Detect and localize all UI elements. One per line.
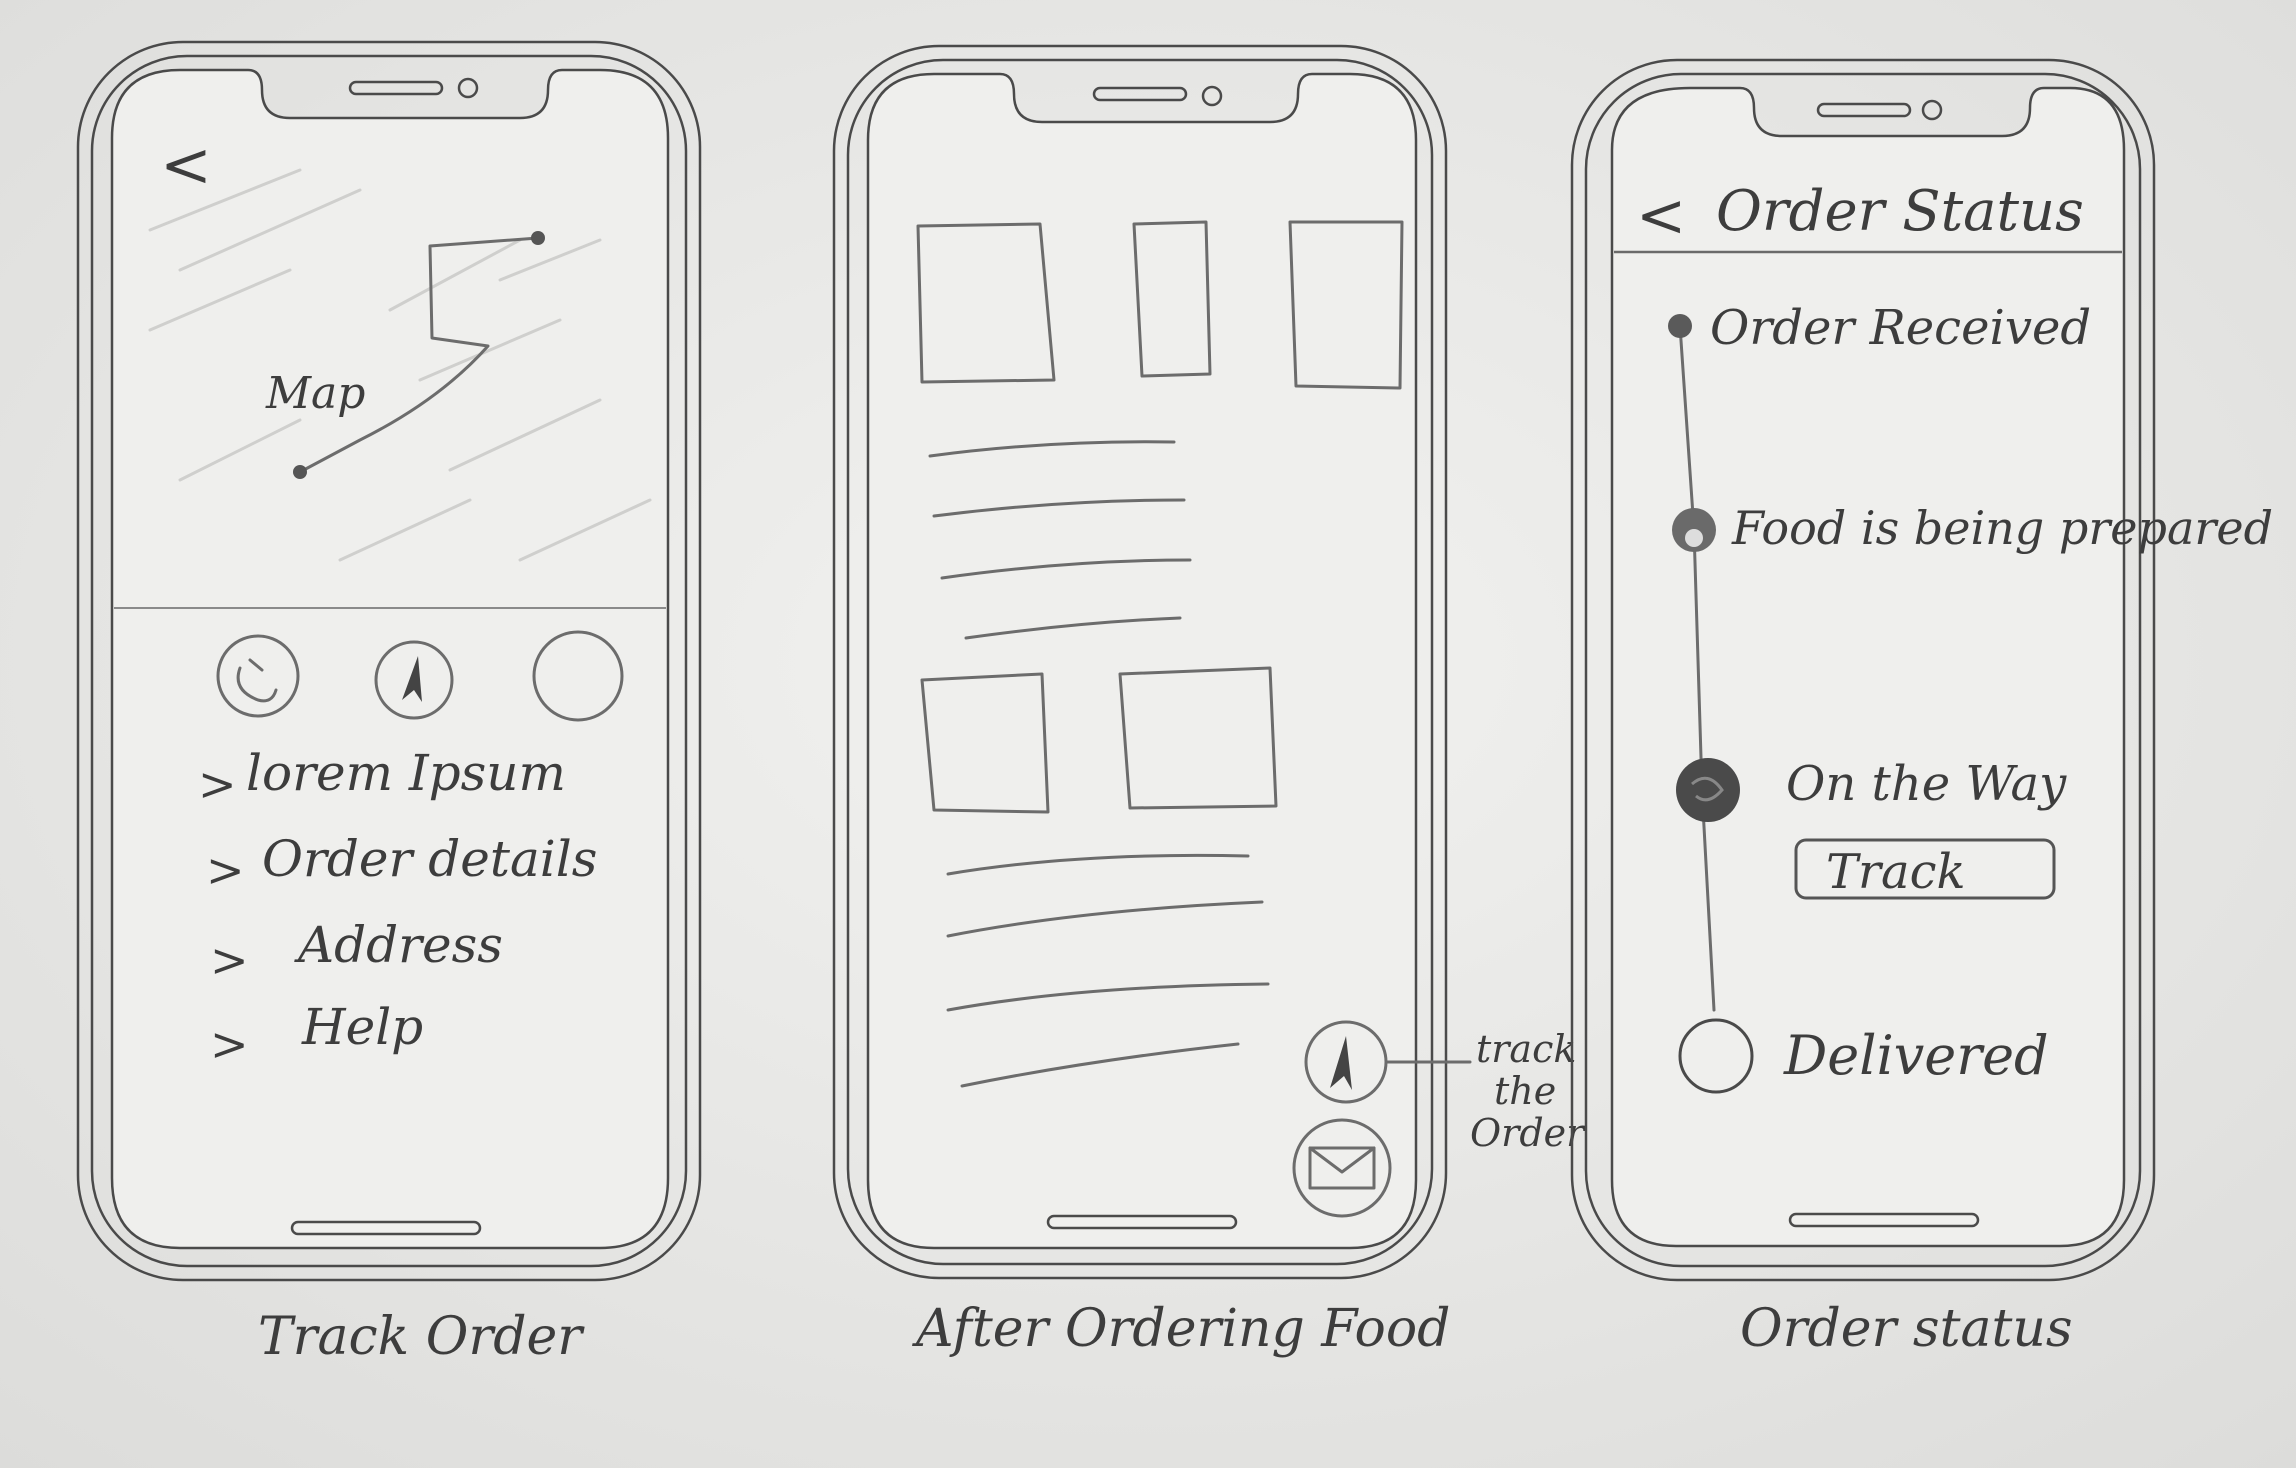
timeline-step-preparing: Food is being prepared bbox=[1672, 501, 2273, 555]
timeline-step-received: Order Received bbox=[1668, 300, 2091, 356]
phone-track-order: < Map > lorem Ipsum > Order details > Ad… bbox=[76, 40, 702, 1282]
menu-label: Help bbox=[301, 998, 423, 1056]
menu-label: Address bbox=[294, 916, 503, 974]
destination-dot bbox=[531, 231, 545, 245]
svg-text:>: > bbox=[210, 1017, 249, 1071]
wireframe-sheet: < Map > lorem Ipsum > Order details > Ad… bbox=[0, 0, 2296, 1468]
caption-order-status: Order status bbox=[1740, 1299, 2073, 1359]
menu-label: lorem Ipsum bbox=[246, 744, 566, 802]
svg-text:>: > bbox=[198, 757, 237, 811]
track-button-label: Track bbox=[1826, 844, 1966, 900]
back-button[interactable]: < bbox=[160, 128, 212, 201]
step-label: Order Received bbox=[1710, 300, 2091, 356]
svg-text:>: > bbox=[210, 933, 249, 987]
page-title: Order Status bbox=[1716, 179, 2084, 244]
step-label: Food is being prepared bbox=[1731, 501, 2273, 555]
caption-track-order: Track Order bbox=[258, 1307, 585, 1367]
svg-text:>: > bbox=[206, 843, 245, 897]
step-label: On the Way bbox=[1786, 756, 2067, 812]
annotation-line-1: track bbox=[1476, 1027, 1576, 1071]
menu-item-order-details[interactable]: > Order details bbox=[206, 830, 597, 897]
origin-dot bbox=[293, 465, 307, 479]
back-button[interactable]: < bbox=[1636, 181, 1686, 251]
caption-after-ordering: After Ordering Food bbox=[912, 1299, 1450, 1359]
menu-label: Order details bbox=[262, 830, 597, 888]
annotation-line-2: the bbox=[1494, 1069, 1556, 1113]
map-label: Map bbox=[265, 368, 365, 419]
phone-after-ordering bbox=[832, 44, 1448, 1280]
menu-item-lorem-ipsum[interactable]: > lorem Ipsum bbox=[198, 744, 566, 811]
annotation-line-3: Order bbox=[1470, 1111, 1587, 1155]
step-label: Delivered bbox=[1783, 1024, 2049, 1087]
